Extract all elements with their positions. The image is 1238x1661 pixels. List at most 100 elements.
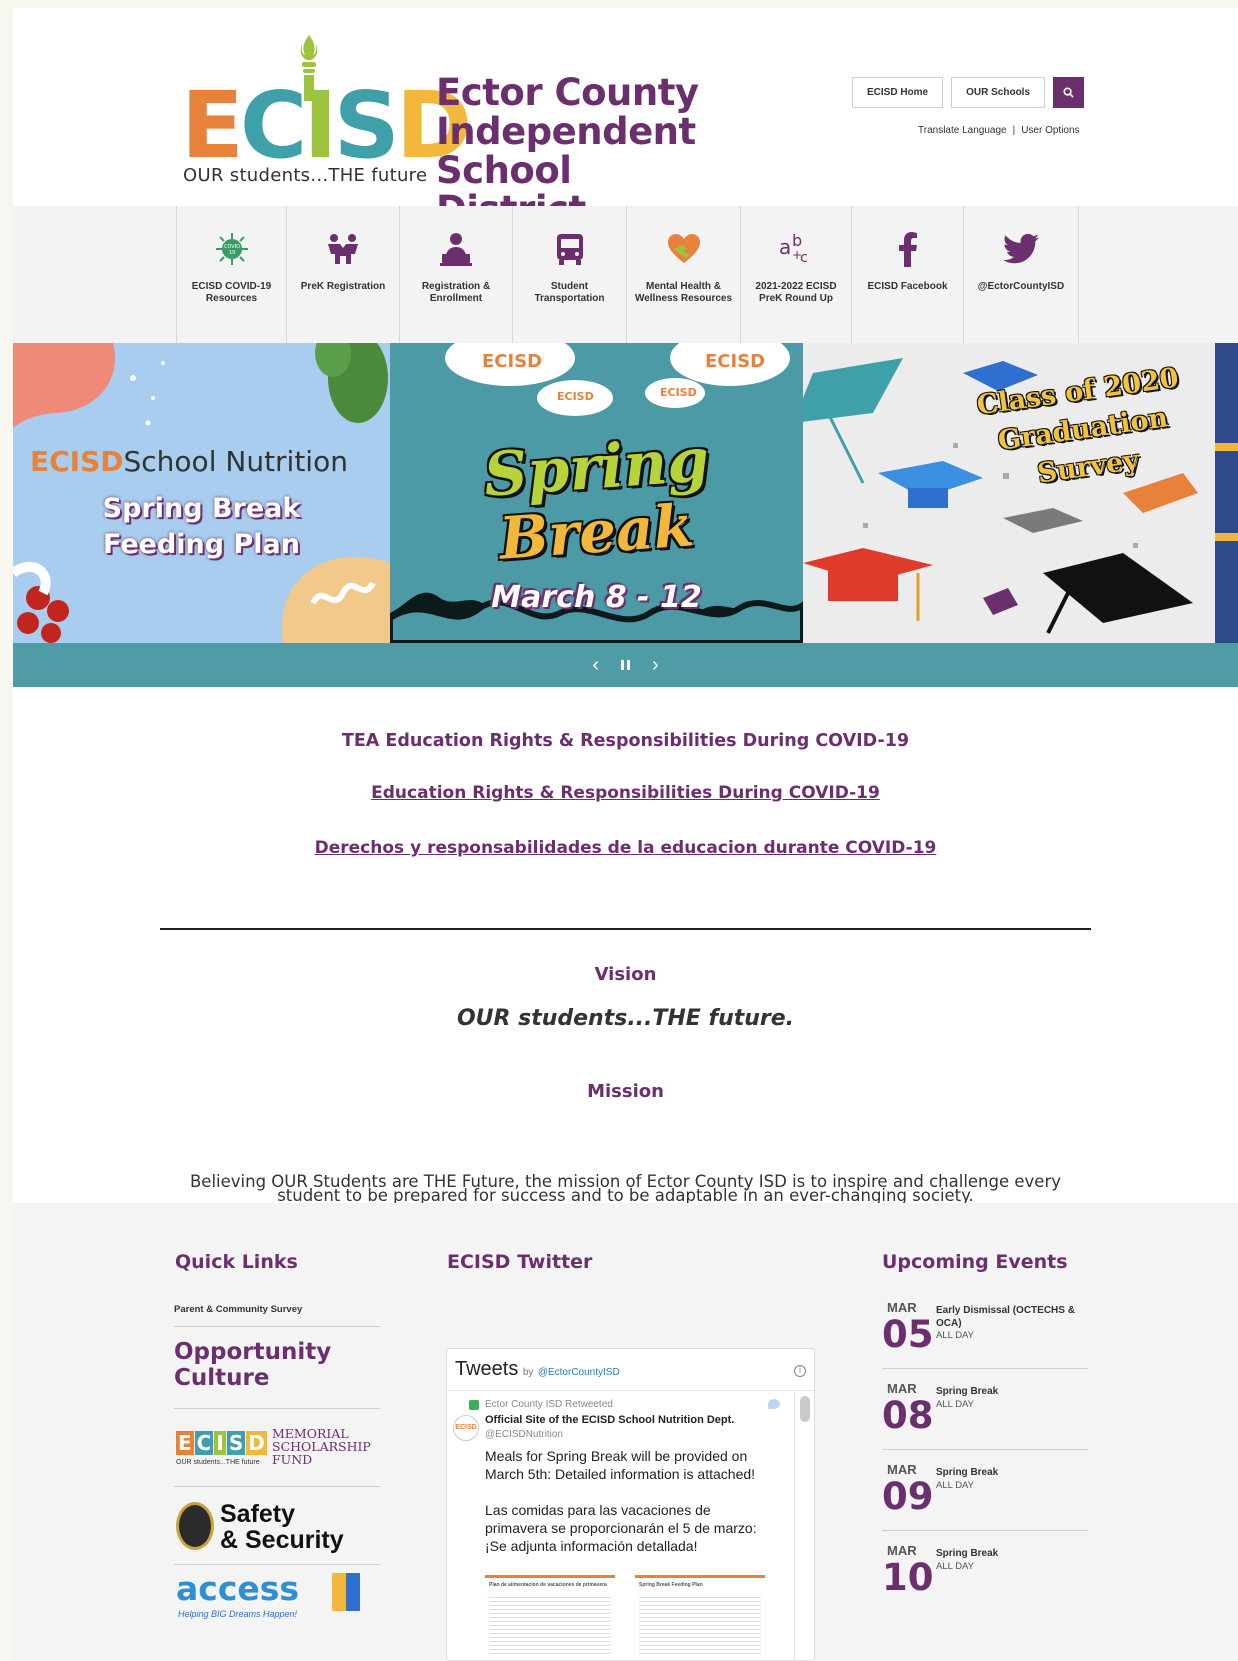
carousel-prev-button[interactable]: ‹ [592, 654, 599, 677]
translate-language-link[interactable]: Translate Language [918, 125, 1007, 136]
abc-icon: a b c + [778, 231, 814, 267]
attachment-title: Spring Break Feeding Plan [639, 1582, 703, 1588]
avatar[interactable]: ECISD [453, 1415, 479, 1441]
pause-bar [627, 660, 630, 670]
memorial-letter: D [246, 1431, 267, 1455]
quick-link-label: Registration & Enrollment [421, 281, 491, 304]
tweet-scrollbar[interactable] [794, 1391, 814, 1660]
safety-security-link[interactable]: Safety & Security [174, 1487, 380, 1565]
event-title[interactable]: Spring Break [936, 1547, 1086, 1560]
cloud-logo-left: ECISD [482, 351, 543, 372]
covid-rights-link-english[interactable]: Education Rights & Responsibilities Duri… [13, 783, 1238, 803]
pause-bar [621, 660, 624, 670]
twitter-widget-header: Tweets by @EctorCountyISD i [447, 1349, 814, 1391]
quick-link-registration[interactable]: Registration & Enrollment [399, 206, 512, 343]
event-item[interactable]: MAR 10 Spring Break ALL DAY [882, 1531, 1088, 1612]
tweet-account-name[interactable]: Official Site of the ECISD School Nutrit… [485, 1414, 776, 1426]
memorial-text: MEMORIAL SCHOLARSHIP FUND [272, 1427, 371, 1466]
search-button[interactable] [1053, 77, 1085, 108]
event-item[interactable]: MAR 09 Spring Break ALL DAY [882, 1450, 1088, 1531]
nutrition-brand-suffix: School Nutrition [123, 445, 348, 478]
attachment-body-lines [489, 1594, 611, 1654]
event-title[interactable]: Spring Break [936, 1385, 1086, 1398]
scrollbar-thumb[interactable] [799, 1396, 810, 1422]
cloud-logo-small: ECISD [660, 386, 697, 399]
events-list: MAR 05 Early Dismissal (OCTECHS & OCA) A… [882, 1288, 1088, 1612]
link-separator: | [1012, 125, 1016, 136]
event-item[interactable]: MAR 05 Early Dismissal (OCTECHS & OCA) A… [882, 1288, 1088, 1369]
access-word: access [176, 1569, 300, 1608]
heart-hands-icon [666, 231, 702, 267]
carousel-controls: ‹ › [13, 643, 1238, 687]
twitter-widget[interactable]: Tweets by @EctorCountyISD i ECISD Ector … [446, 1348, 815, 1661]
quick-link-covid[interactable]: COVID 19 ECISD COVID-19 Resources [176, 206, 286, 343]
memorial-logo-letters: E C I S D [176, 1431, 267, 1455]
user-options-link[interactable]: User Options [1021, 125, 1079, 136]
event-day: 08 [882, 1394, 934, 1437]
logo-wordmark: E C I S D [181, 72, 472, 179]
safety-line: & Security [220, 1526, 344, 1554]
quick-link-prek-registration[interactable]: PreK Registration [286, 206, 399, 343]
nutrition-line-1: Spring Break [102, 493, 301, 524]
logo-tagline: OUR students...THE future [183, 165, 428, 186]
bus-icon [552, 231, 588, 267]
memorial-letter: I [214, 1431, 226, 1455]
cloud-logo-mid: ECISD [557, 390, 594, 403]
tweet-text-english: Meals for Spring Break will be provided … [485, 1448, 756, 1482]
district-logo[interactable]: E C I S D OUR students...THE future Ecto… [181, 33, 726, 229]
mission-statement: Believing OUR Students are THE Future, t… [189, 1172, 1062, 1205]
info-icon[interactable]: i [794, 1365, 806, 1377]
covid-icon: COVID 19 [214, 231, 250, 267]
carousel-slide-graduation-survey[interactable]: Class of 2020 Graduation Survey [803, 343, 1215, 643]
quick-link-facebook[interactable]: ECISD Facebook [851, 206, 963, 343]
covid-rights-link-spanish[interactable]: Derechos y responsabilidades de la educa… [13, 838, 1238, 858]
attachment-left[interactable]: Plan de alimentación de vacaciones de pr… [485, 1575, 615, 1660]
event-title[interactable]: Early Dismissal (OCTECHS & OCA) [936, 1304, 1086, 1330]
opportunity-culture-link[interactable]: Opportunity Culture [174, 1327, 380, 1409]
carousel-slide-nutrition[interactable]: ECISDSchool Nutrition Spring Break Feedi… [13, 343, 390, 643]
event-item[interactable]: MAR 08 Spring Break ALL DAY [882, 1369, 1088, 1450]
quick-access-bar: COVID 19 ECISD COVID-19 Resources PreK R… [13, 206, 1238, 343]
attachment-right[interactable]: Spring Break Feeding Plan [635, 1575, 765, 1660]
quick-link-label: @EctorCountyISD [977, 281, 1065, 292]
retweeted-label: Ector County ISD Retweeted [485, 1399, 613, 1410]
carousel-slide-spring-break[interactable]: ECISD ECISD ECISD ECISD Spring Break Mar… [390, 343, 803, 643]
event-day: 05 [882, 1313, 934, 1356]
quick-link-twitter[interactable]: @EctorCountyISD [963, 206, 1079, 343]
twitter-handle-link[interactable]: @EctorCountyISD [538, 1367, 620, 1378]
carousel-slide-next-peek[interactable] [1215, 343, 1238, 643]
event-title[interactable]: Spring Break [936, 1466, 1086, 1479]
nutrition-brand: ECISDSchool Nutrition [30, 445, 348, 478]
spring-break-dates: March 8 - 12 [491, 580, 702, 615]
carousel-pause-button[interactable] [621, 660, 630, 670]
tweet-account-handle[interactable]: @ECISDNutrition [485, 1429, 776, 1440]
quick-link-label: Mental Health & Wellness Resources [634, 281, 733, 304]
quick-link-prek-roundup[interactable]: a b c + 2021-2022 ECISD PreK Round Up [740, 206, 851, 343]
access-link[interactable]: access Helping BIG Dreams Happen! [174, 1565, 380, 1625]
header-buttons: ECISD Home OUR Schools [852, 77, 1085, 108]
quick-link-transportation[interactable]: Student Transportation [512, 206, 626, 343]
tweets-by: by [522, 1367, 534, 1378]
parent-community-survey-link[interactable]: Parent & Community Survey [174, 1298, 380, 1327]
event-time: ALL DAY [936, 1330, 975, 1341]
safety-line: Safety [220, 1500, 296, 1528]
carousel-next-button[interactable]: › [652, 654, 659, 677]
memorial-scholarship-link[interactable]: E C I S D OUR students...THE future MEMO… [174, 1409, 380, 1487]
twitter-icon [1003, 231, 1039, 267]
retweet-icon [469, 1400, 479, 1410]
tweet-attachments[interactable]: Plan de alimentación de vacaciones de pr… [485, 1575, 776, 1660]
logo-letter-c: C [239, 72, 308, 179]
svg-text:+: + [792, 248, 802, 262]
ecisd-home-button[interactable]: ECISD Home [852, 77, 944, 108]
police-badge-icon [176, 1502, 214, 1550]
safety-text: Safety & Security [220, 1501, 344, 1553]
page: E C I S D OUR students...THE future Ecto… [13, 8, 1238, 1661]
facebook-icon [890, 231, 926, 267]
tweets-label: Tweets [455, 1358, 519, 1380]
quick-link-mental-health[interactable]: Mental Health & Wellness Resources [626, 206, 740, 343]
our-schools-button[interactable]: OUR Schools [951, 77, 1046, 108]
event-day: 10 [882, 1556, 934, 1599]
tweet[interactable]: ECISD Ector County ISD Retweeted Officia… [447, 1391, 814, 1660]
vision-heading: Vision [594, 964, 657, 985]
quick-links-title: Quick Links [175, 1251, 298, 1273]
